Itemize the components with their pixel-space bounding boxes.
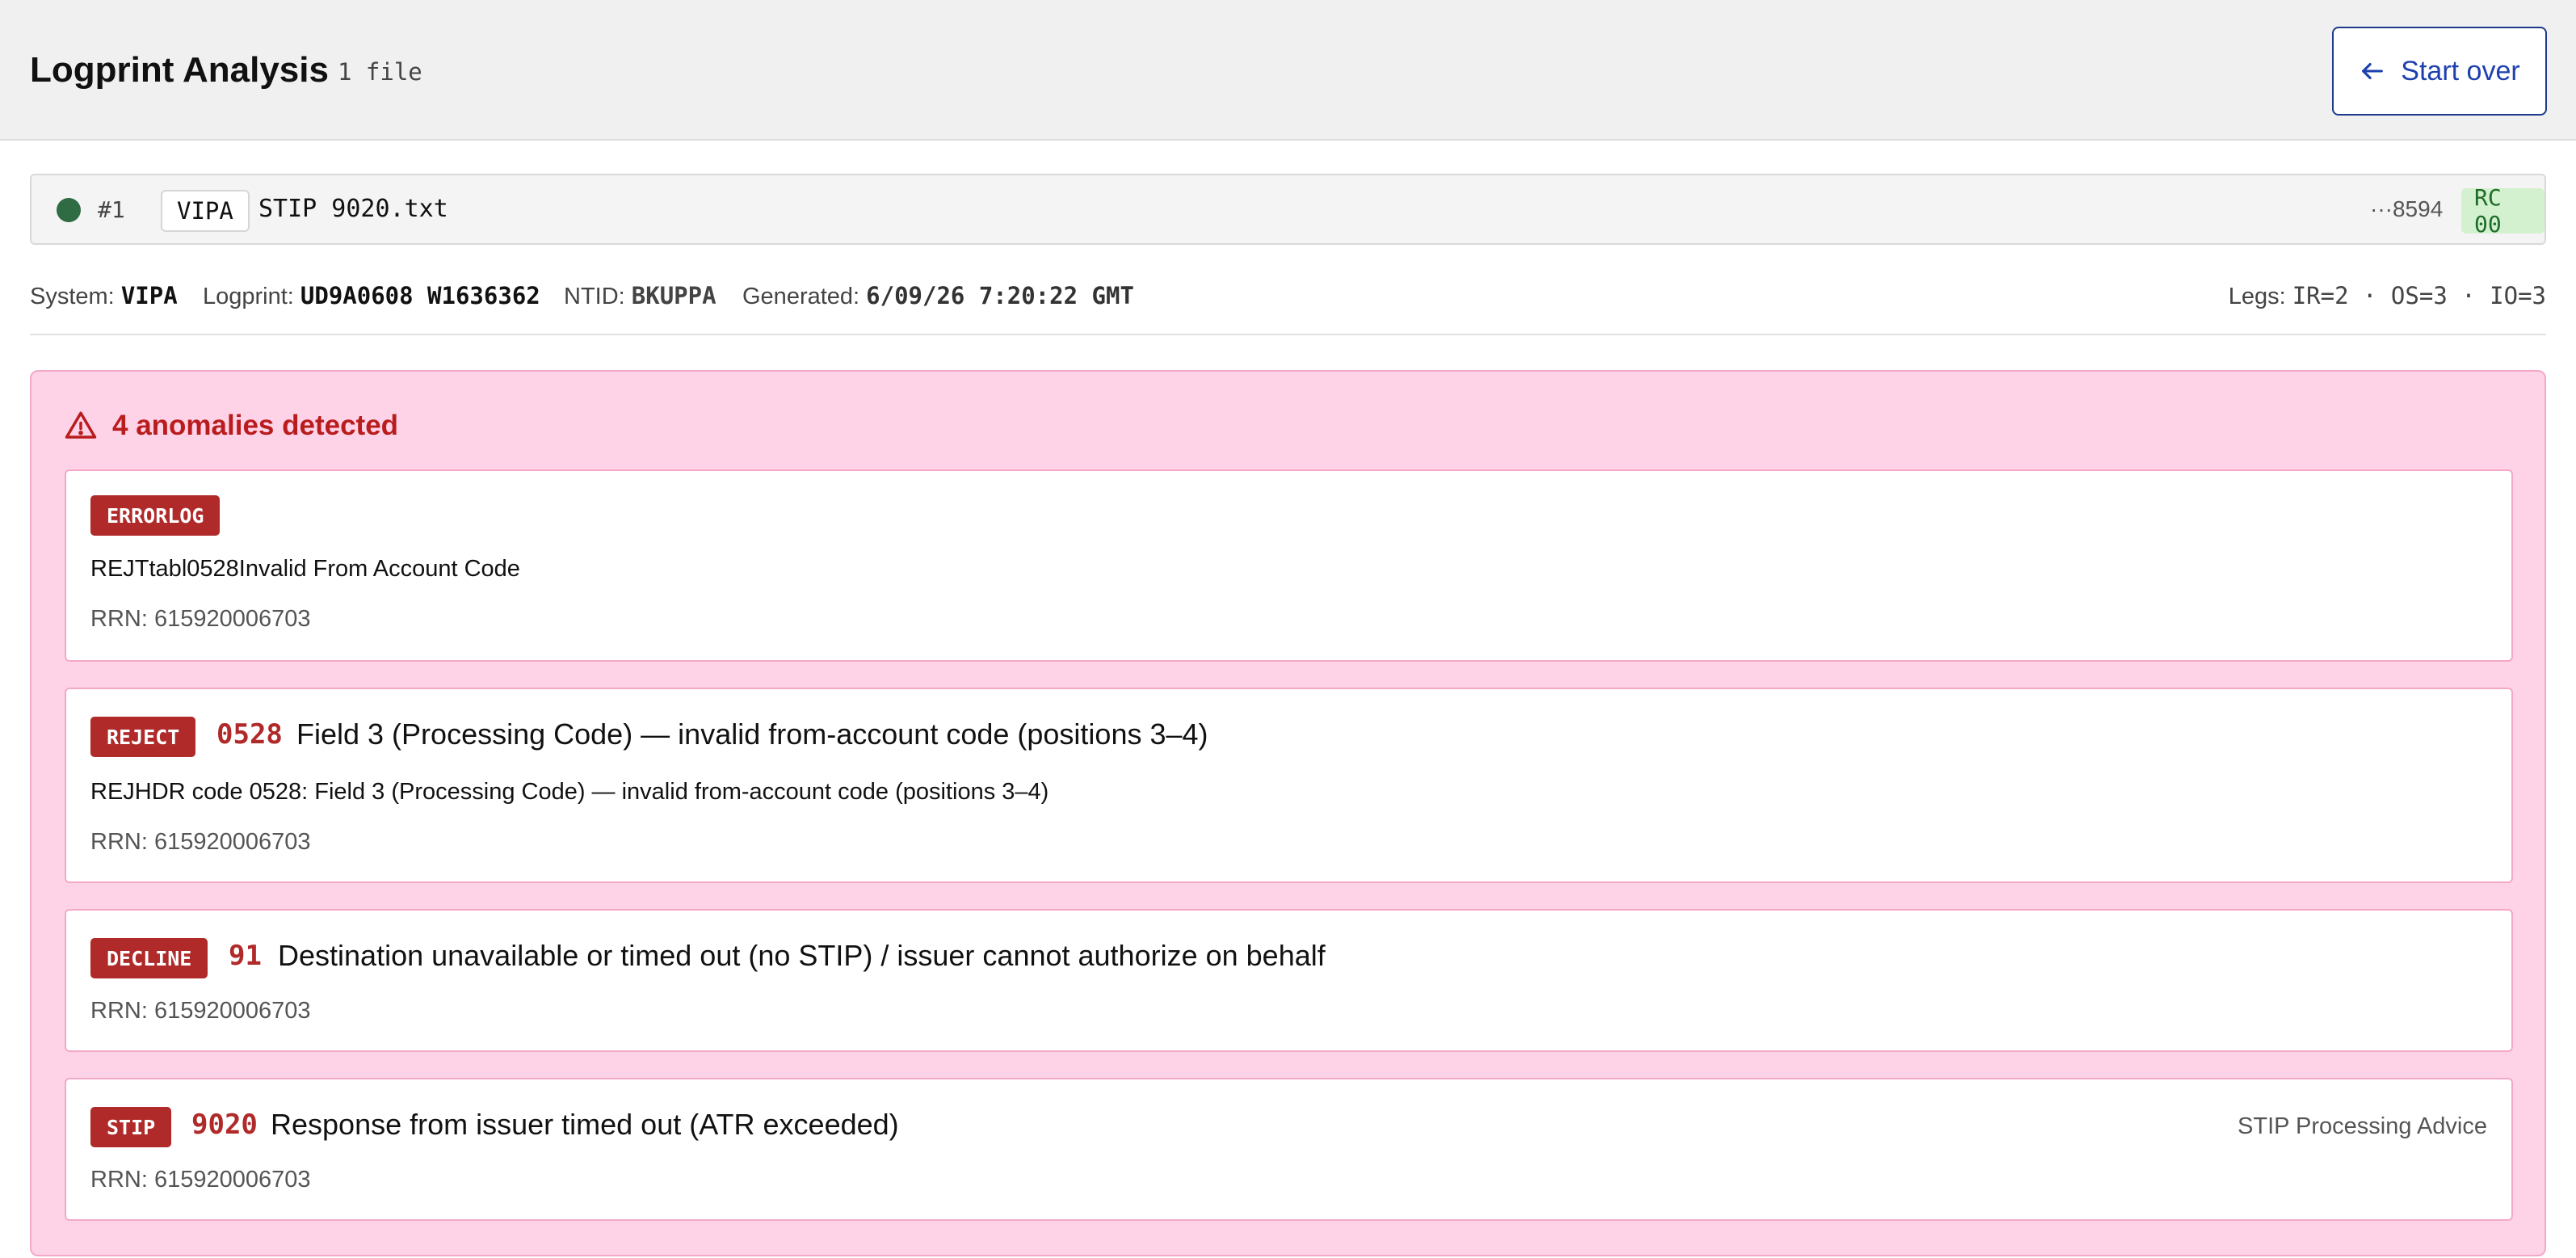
meta-legs-value: IR=2 · OS=3 · IO=3	[2292, 282, 2546, 309]
meta-ntid: NTID: BKUPPA	[564, 282, 716, 309]
rc-badge: RC 00	[2461, 184, 2544, 238]
anomaly-card-stip[interactable]: STIP 9020 Response from issuer timed out…	[65, 1078, 2513, 1221]
meta-ntid-value: BKUPPA	[631, 282, 716, 309]
anomaly-code: 9020	[191, 1109, 258, 1141]
anomaly-aside: STIP Processing Advice	[2238, 1113, 2487, 1139]
anomaly-count: 4 anomalies detected	[112, 410, 399, 441]
anomaly-tag: REJECT	[90, 717, 196, 757]
meta-system: System: VIPA	[30, 282, 178, 309]
status-dot-icon	[57, 198, 81, 222]
meta-generated: Generated: 6/09/26 7:20:22 GMT	[742, 282, 1134, 309]
anomaly-rrn: RRN: 615920006703	[90, 998, 311, 1024]
file-index: #1	[98, 196, 125, 223]
anomaly-rrn: RRN: 615920006703	[90, 606, 311, 632]
meta-row: System: VIPA Logprint: UD9A0608 W1636362…	[30, 279, 2546, 335]
anomaly-title: Field 3 (Processing Code) — invalid from…	[296, 717, 1208, 751]
anomaly-title: Response from issuer timed out (ATR exce…	[271, 1108, 899, 1141]
anomaly-code: 91	[229, 940, 262, 972]
anomaly-tag: DECLINE	[90, 938, 208, 978]
anomaly-heading: 4 anomalies detected	[64, 409, 398, 443]
meta-logprint: Logprint: UD9A0608 W1636362	[203, 282, 540, 309]
anomaly-title: Destination unavailable or timed out (no…	[278, 939, 1326, 972]
anomaly-detail: REJHDR code 0528: Field 3 (Processing Co…	[90, 779, 1049, 805]
anomaly-tag: ERRORLOG	[90, 495, 221, 536]
card-suffix: ···8594	[2370, 196, 2444, 221]
anomaly-tag: STIP	[90, 1107, 172, 1147]
start-over-button[interactable]: Start over	[2332, 27, 2547, 116]
system-chip: VIPA	[161, 190, 250, 232]
meta-legs: Legs: IR=2 · OS=3 · IO=3	[2228, 282, 2546, 309]
meta-logprint-value: UD9A0608 W1636362	[300, 282, 540, 309]
start-over-label: Start over	[2401, 55, 2520, 86]
anomaly-card-errorlog[interactable]: ERRORLOG REJTtabl0528Invalid From Accoun…	[65, 469, 2513, 662]
anomaly-card-reject[interactable]: REJECT 0528 Field 3 (Processing Code) — …	[65, 688, 2513, 883]
anomaly-detail: REJTtabl0528Invalid From Account Code	[90, 556, 520, 582]
anomaly-rrn: RRN: 615920006703	[90, 829, 311, 855]
meta-system-value: VIPA	[120, 282, 178, 309]
file-count: 1 file	[338, 58, 422, 86]
arrow-left-icon	[2362, 62, 2384, 80]
app-header: Logprint Analysis 1 file Start over	[0, 0, 2576, 141]
anomaly-code: 0528	[216, 718, 283, 751]
file-name: STIP 9020.txt	[258, 195, 448, 223]
anomaly-panel: 4 anomalies detected ERRORLOG REJTtabl05…	[30, 370, 2546, 1256]
anomaly-card-decline[interactable]: DECLINE 91 Destination unavailable or ti…	[65, 909, 2513, 1052]
page-title: Logprint Analysis	[30, 50, 329, 90]
meta-generated-value: 6/09/26 7:20:22 GMT	[866, 282, 1134, 309]
warning-icon	[65, 411, 97, 439]
anomaly-rrn: RRN: 615920006703	[90, 1167, 311, 1193]
file-row[interactable]: #1 VIPA STIP 9020.txt ···8594 RC 00	[30, 174, 2546, 245]
